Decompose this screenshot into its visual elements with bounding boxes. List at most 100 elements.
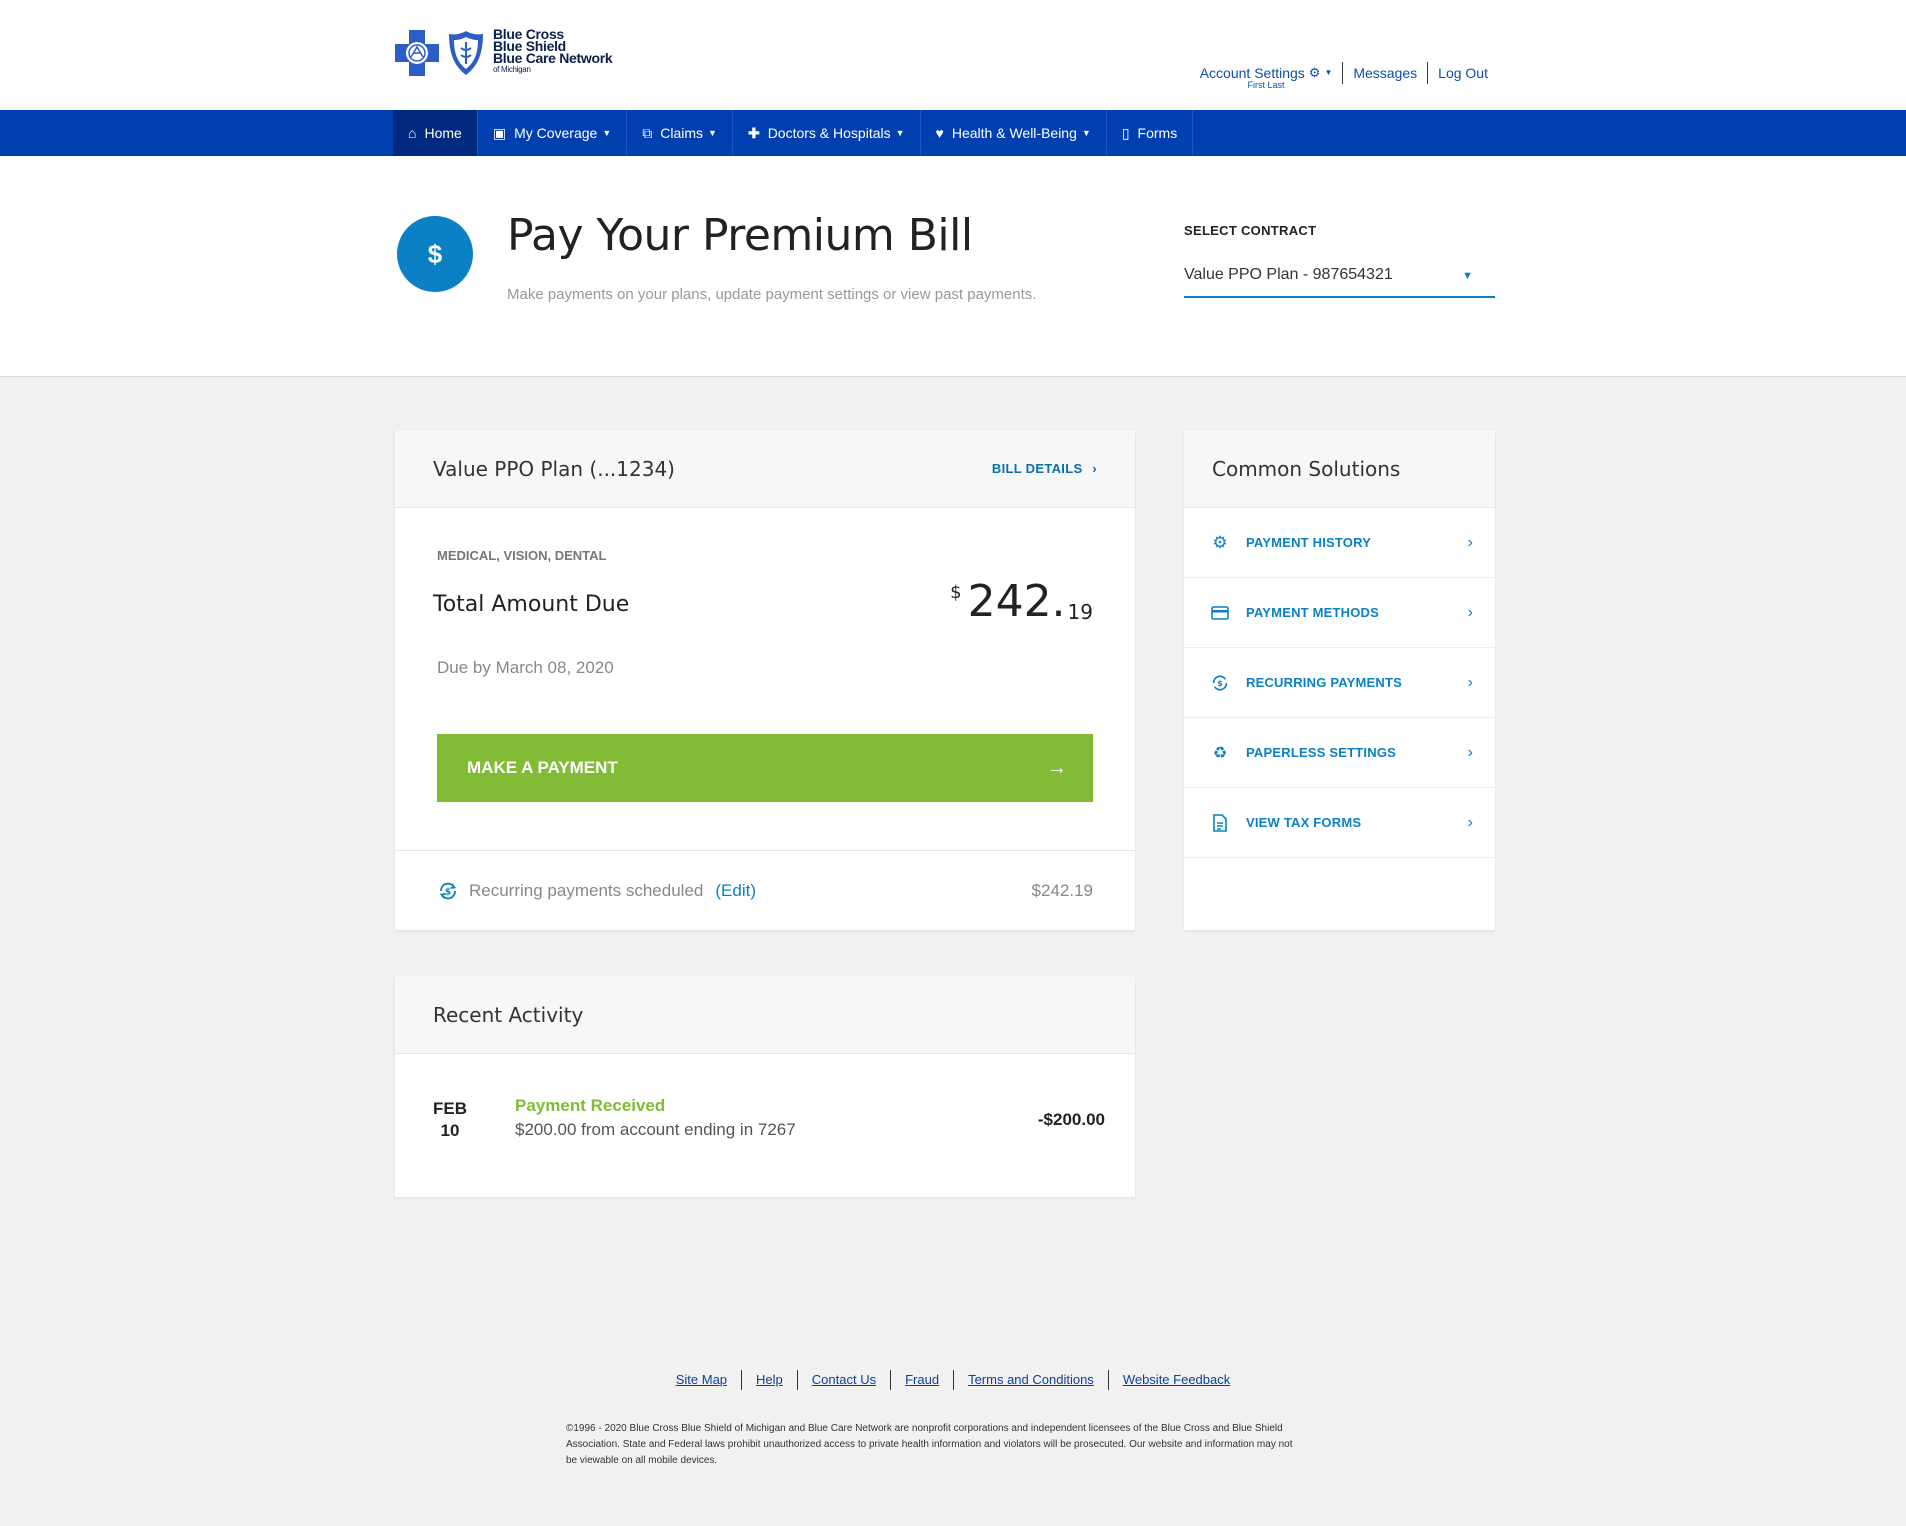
make-payment-label: MAKE A PAYMENT [467,758,618,777]
nav-health-well-being-label: Health & Well-Being [951,125,1077,141]
plan-card-header: Value PPO Plan (...1234) BILL DETAILS › [395,430,1135,508]
coverage-types: MEDICAL, VISION, DENTAL [437,548,607,563]
activity-description: $200.00 from account ending in 7267 [515,1120,796,1139]
caret-down-icon: ▼ [1081,128,1091,138]
total-amount-value: $ 242. 19 [950,578,1093,626]
recent-activity-card: Recent Activity FEB 10 Payment Received … [395,976,1135,1197]
document-icon [1210,813,1230,832]
chevron-right-icon: › [1467,673,1473,691]
make-payment-button[interactable]: MAKE A PAYMENT → [437,734,1093,802]
footer-link-fraud[interactable]: Fraud [890,1370,953,1390]
caret-down-icon: ▼ [1462,270,1473,282]
activity-date: FEB 10 [429,1098,471,1142]
contract-selected-value: Value PPO Plan - 987654321 [1184,266,1393,283]
footer-link-feedback[interactable]: Website Feedback [1107,1370,1244,1390]
recurring-payments-link[interactable]: $ RECURRING PAYMENTS › [1184,648,1495,718]
messages-link[interactable]: Messages [1342,62,1427,84]
currency-symbol: $ [950,582,962,603]
bill-details-label: BILL DETAILS [991,461,1083,476]
chevron-right-icon: › [1092,461,1097,476]
chevron-right-icon: › [1467,743,1473,761]
arrow-right-icon: → [1047,756,1067,779]
nav-forms[interactable]: ▯ Forms [1107,110,1194,156]
activity-day: 10 [440,1121,460,1140]
page-subtitle: Make payments on your plans, update paym… [507,286,1037,303]
nav-doctors-hospitals[interactable]: ✚ Doctors & Hospitals ▼ [733,110,921,156]
plan-name: Value PPO Plan (...1234) [433,456,675,481]
select-contract-label: SELECT CONTRACT [1184,223,1317,238]
svg-text:$: $ [1217,678,1223,688]
recurring-payments-label: Recurring payments scheduled [469,880,704,900]
recurring-dollar-icon: $ [439,882,457,899]
home-icon: ⌂ [408,125,417,141]
svg-text:$: $ [445,887,451,897]
footer-link-help[interactable]: Help [741,1370,797,1390]
recurring-dollar-icon: $ [1210,673,1230,693]
file-icon: ▯ [1121,124,1130,141]
recurring-edit-link[interactable]: (Edit) [715,881,756,901]
total-amount-label: Total Amount Due [433,592,630,617]
recurring-payments-label: RECURRING PAYMENTS [1246,675,1403,690]
blue-shield-logo-icon [449,31,483,75]
payment-history-label: PAYMENT HISTORY [1246,535,1372,550]
common-solutions-title: Common Solutions [1212,456,1401,481]
account-settings-link[interactable]: Account Settings ⚙ ▼ First Last [1200,62,1343,90]
amount-whole: 242. [967,576,1066,627]
logo-line-3: Blue Care Network [493,50,613,66]
main-nav: ⌂ Home ▣ My Coverage ▼ ⧉ Claims ▼ ✚ Doct… [0,110,1906,156]
nav-health-well-being[interactable]: ♥ Health & Well-Being ▼ [921,110,1107,156]
logout-link[interactable]: Log Out [1427,62,1498,84]
gear-icon: ⚙ [1308,65,1321,80]
recent-activity-header: Recent Activity [395,976,1135,1054]
chevron-right-icon: › [1467,603,1473,621]
payment-history-link[interactable]: ⚙ PAYMENT HISTORY › [1184,508,1495,578]
site-header: Blue Cross Blue Shield Blue Care Network… [0,0,1906,110]
chevron-right-icon: › [1467,533,1473,551]
footer-link-contact-us[interactable]: Contact Us [796,1370,890,1390]
page-header-band [0,156,1906,377]
common-solutions-card: Common Solutions ⚙ PAYMENT HISTORY › PAY… [1184,430,1495,930]
common-solutions-header: Common Solutions [1184,430,1495,508]
contract-select[interactable]: Value PPO Plan - 987654321 ▼ [1184,262,1495,298]
footer-links: Site Map Help Contact Us Fraud Terms and… [0,1370,1906,1390]
bcbs-logo[interactable]: Blue Cross Blue Shield Blue Care Network… [393,27,613,80]
gear-icon: ⚙ [1212,532,1228,552]
amount-cents: 19 [1067,600,1093,624]
footer-link-site-map[interactable]: Site Map [662,1370,741,1390]
payment-methods-label: PAYMENT METHODS [1246,605,1380,620]
chevron-right-icon: › [1467,813,1473,831]
caret-down-icon: ▼ [1324,68,1333,77]
plus-icon: ✚ [747,124,760,141]
nav-my-coverage[interactable]: ▣ My Coverage ▼ [478,110,628,156]
nav-home-label: Home [424,125,462,141]
paperless-settings-link[interactable]: ♻ PAPERLESS SETTINGS › [1184,718,1495,788]
blue-cross-logo-icon [395,30,439,76]
nav-claims-label: Claims [660,125,704,141]
recurring-amount: $242.19 [1031,880,1093,900]
activity-amount: -$200.00 [1037,1110,1105,1129]
credit-card-icon [1210,605,1230,620]
plan-card: Value PPO Plan (...1234) BILL DETAILS › … [395,430,1135,930]
payment-methods-link[interactable]: PAYMENT METHODS › [1184,578,1495,648]
footer-link-terms[interactable]: Terms and Conditions [953,1370,1108,1390]
nav-doctors-hospitals-label: Doctors & Hospitals [767,125,891,141]
nav-claims[interactable]: ⧉ Claims ▼ [627,110,733,156]
bill-details-link[interactable]: BILL DETAILS › [992,461,1097,476]
caret-down-icon: ▼ [895,128,905,138]
dollar-icon: $ [397,216,473,292]
activity-month: FEB [433,1099,467,1118]
activity-title: Payment Received [515,1096,666,1115]
view-tax-forms-label: VIEW TAX FORMS [1246,815,1362,830]
nav-home[interactable]: ⌂ Home [393,110,478,156]
document-icon: ▣ [492,124,507,141]
copy-icon: ⧉ [642,124,653,141]
logo-wordmark: Blue Cross Blue Shield Blue Care Network… [493,27,613,76]
page-title: Pay Your Premium Bill [507,210,973,261]
activity-item: FEB 10 Payment Received $200.00 from acc… [395,1054,1135,1197]
caret-down-icon: ▼ [602,128,612,138]
paperless-settings-label: PAPERLESS SETTINGS [1246,745,1396,760]
view-tax-forms-link[interactable]: VIEW TAX FORMS › [1184,788,1495,858]
caret-down-icon: ▼ [708,128,717,138]
nav-my-coverage-label: My Coverage [514,125,598,141]
recent-activity-title: Recent Activity [433,1002,584,1027]
